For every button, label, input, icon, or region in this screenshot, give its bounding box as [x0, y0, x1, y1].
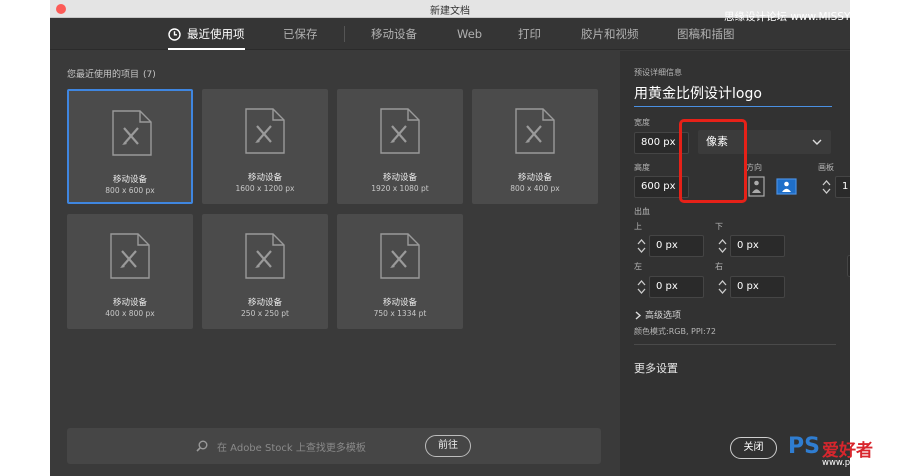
bleed-left-input[interactable]: 0 px — [649, 276, 704, 298]
preset-name: 移动设备 — [112, 175, 147, 185]
artboards-input[interactable]: 1 — [835, 176, 850, 198]
section-divider — [634, 344, 836, 345]
logo-url-text: www.psahz.com — [822, 458, 891, 468]
search-icon — [196, 440, 208, 452]
tab-recent[interactable]: 最近使用项 — [168, 18, 245, 50]
go-button[interactable]: 前往 — [425, 435, 471, 457]
tab-label: 胶片和视频 — [581, 27, 639, 41]
tab-label: 最近使用项 — [187, 27, 245, 41]
preset-size: 750 x 1334 pt — [373, 309, 427, 318]
bleed-left-stepper[interactable] — [636, 277, 647, 297]
watermark-text: 思缘设计论坛 www.MISSYUAN.COM — [724, 11, 900, 23]
preset-size: 1920 x 1080 pt — [371, 184, 429, 193]
preset-size: 800 x 600 px — [105, 186, 155, 195]
tab-print[interactable]: 打印 — [518, 18, 541, 50]
tab-film-video[interactable]: 胶片和视频 — [581, 18, 639, 50]
tab-mobile[interactable]: 移动设备 — [371, 18, 417, 50]
preset-size: 250 x 250 pt — [241, 309, 289, 318]
tab-web[interactable]: Web — [457, 18, 482, 50]
new-document-dialog: 新建文档 最近使用项 已保存 移动设备 Web 打印 胶片和视频 图稿和插图 您… — [50, 0, 850, 476]
artboards-stepper[interactable] — [821, 177, 832, 197]
orientation-label: 方向 — [746, 163, 762, 172]
preset-size: 1600 x 1200 px — [235, 184, 295, 193]
highlight-box — [679, 119, 747, 203]
artboards-label: 画板 — [818, 163, 834, 172]
recent-header: 您最近使用的项目 (7) — [67, 67, 156, 80]
bleed-label: 出血 — [634, 207, 650, 216]
preset-details-panel: 预设详细信息 用黄金比例设计logo 宽度 800 px 像素 高度 600 p… — [620, 51, 850, 476]
tab-label: Web — [457, 27, 483, 41]
preset-name: 移动设备 — [112, 298, 147, 308]
bleed-bottom-input[interactable]: 0 px — [730, 235, 785, 257]
advanced-options-toggle[interactable]: 高级选项 — [634, 308, 681, 321]
link-icon[interactable] — [847, 255, 850, 277]
preset-card[interactable]: 移动设备 750 x 1334 pt — [337, 214, 463, 329]
bleed-right-label: 右 — [715, 262, 723, 271]
landscape-icon[interactable] — [776, 176, 797, 197]
tab-label: 已保存 — [283, 27, 318, 41]
close-button[interactable]: 关闭 — [730, 437, 777, 459]
preset-name: 移动设备 — [382, 298, 417, 308]
document-icon — [380, 108, 420, 154]
preset-size: 800 x 400 px — [510, 184, 560, 193]
more-settings-button[interactable]: 更多设置 — [634, 360, 678, 376]
advanced-options-label: 高级选项 — [645, 311, 682, 321]
document-icon — [380, 233, 420, 279]
preset-card[interactable]: 移动设备 250 x 250 pt — [202, 214, 328, 329]
bleed-left-label: 左 — [634, 262, 642, 271]
chevron-down-icon — [812, 139, 822, 145]
chevron-right-icon — [635, 311, 642, 320]
recent-items-panel: 您最近使用的项目 (7) 移动设备 800 x 600 px 移动设备 1600 … — [50, 51, 620, 476]
preset-card[interactable]: 移动设备 1600 x 1200 px — [202, 89, 328, 204]
document-icon — [245, 108, 285, 154]
preset-size: 400 x 800 px — [105, 309, 155, 318]
tab-separator — [344, 26, 345, 42]
preset-details-title: 预设详细信息 — [634, 68, 682, 77]
height-label: 高度 — [634, 163, 650, 172]
tab-label: 图稿和插图 — [677, 27, 735, 41]
bleed-top-stepper[interactable] — [636, 236, 647, 256]
tab-label: 移动设备 — [371, 27, 417, 41]
bleed-right-input[interactable]: 0 px — [730, 276, 785, 298]
stock-search-bar: 在 Adobe Stock 上查找更多模板 前往 — [67, 428, 601, 464]
tab-label: 打印 — [518, 27, 541, 41]
portrait-icon[interactable] — [746, 176, 767, 197]
preset-card[interactable]: 移动设备 800 x 600 px — [67, 89, 193, 204]
document-icon — [245, 233, 285, 279]
preset-name: 移动设备 — [517, 173, 552, 183]
preset-name-input[interactable]: 用黄金比例设计logo — [634, 81, 832, 107]
recent-count: (7) — [143, 70, 156, 80]
bleed-right-stepper[interactable] — [717, 277, 728, 297]
document-icon — [110, 233, 150, 279]
stock-search-input[interactable]: 在 Adobe Stock 上查找更多模板 — [217, 439, 366, 454]
width-label: 宽度 — [634, 118, 650, 127]
preset-card[interactable]: 移动设备 1920 x 1080 pt — [337, 89, 463, 204]
color-mode-info: 颜色模式:RGB, PPI:72 — [634, 327, 716, 336]
bleed-top-label: 上 — [634, 222, 642, 231]
logo-ps-text: PS — [788, 434, 820, 459]
bleed-bottom-label: 下 — [715, 222, 723, 231]
preset-name: 移动设备 — [247, 298, 282, 308]
bleed-bottom-stepper[interactable] — [717, 236, 728, 256]
recent-header-label: 您最近使用的项目 — [67, 70, 140, 80]
tab-saved[interactable]: 已保存 — [283, 18, 318, 50]
bleed-top-input[interactable]: 0 px — [649, 235, 704, 257]
clock-icon — [168, 28, 181, 41]
watermark-logo: PS 爱好者 www.psahz.com — [788, 434, 896, 474]
document-icon — [112, 110, 152, 156]
preset-name: 移动设备 — [247, 173, 282, 183]
preset-name: 移动设备 — [382, 173, 417, 183]
preset-card[interactable]: 移动设备 800 x 400 px — [472, 89, 598, 204]
document-icon — [515, 108, 555, 154]
preset-card[interactable]: 移动设备 400 x 800 px — [67, 214, 193, 329]
